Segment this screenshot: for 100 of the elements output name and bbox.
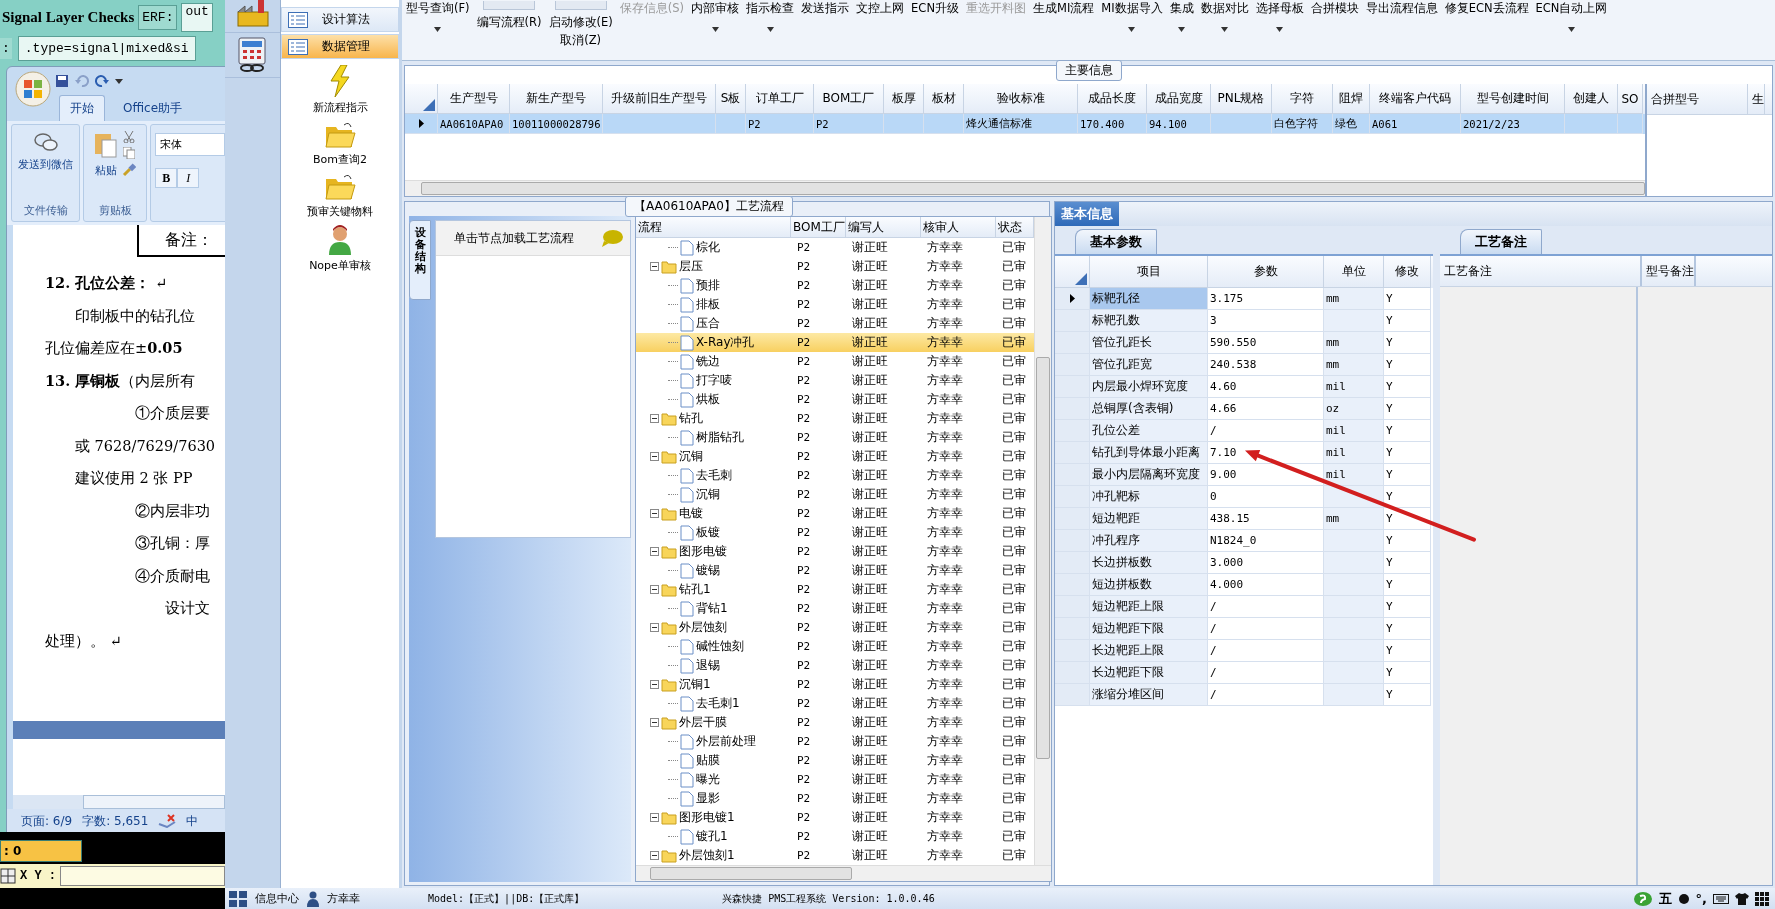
shortcut-button[interactable]: Nope单审核 bbox=[309, 225, 371, 273]
toolbar-button[interactable]: 数据对比 bbox=[1200, 0, 1249, 60]
tree-expander-icon[interactable] bbox=[650, 547, 659, 556]
table-row[interactable]: 钻孔到导体最小距离 7.10 mil Y bbox=[1055, 442, 1433, 464]
tree-expander-icon[interactable] bbox=[650, 414, 659, 423]
input-method-icon[interactable] bbox=[1632, 890, 1653, 907]
table-row[interactable]: 短边靶距下限 / Y bbox=[1055, 618, 1433, 640]
column-header[interactable]: 流程 bbox=[636, 217, 791, 237]
shortcut-button[interactable]: 预审关键物料 bbox=[307, 173, 373, 219]
factory-icon[interactable] bbox=[235, 0, 270, 28]
nav-item[interactable]: 数据管理 bbox=[281, 34, 399, 59]
tree-expander-icon[interactable] bbox=[650, 452, 659, 461]
office-logo-icon[interactable] bbox=[15, 71, 51, 107]
table-row[interactable]: 内层最小焊环宽度 4.60 mil Y bbox=[1055, 376, 1433, 398]
table-row[interactable]: 短边靶距 438.15 mm Y bbox=[1055, 508, 1433, 530]
toolbar-button[interactable]: 指示检查 bbox=[746, 0, 795, 60]
scissors-icon[interactable] bbox=[123, 131, 136, 143]
tree-expander-icon[interactable] bbox=[650, 509, 659, 518]
column-header[interactable]: 编写人 bbox=[846, 217, 921, 237]
paste-button[interactable]: 粘贴 bbox=[94, 131, 119, 178]
tree-expander-icon[interactable] bbox=[650, 718, 659, 727]
info-center-button[interactable]: 信息中心 bbox=[255, 891, 299, 906]
toolbar-button[interactable]: 编写流程(R) bbox=[476, 0, 542, 60]
table-row[interactable]: 孔位公差 / mil Y bbox=[1055, 420, 1433, 442]
tree-expander-icon[interactable] bbox=[650, 262, 659, 271]
table-row[interactable]: 长边拼板数 3.000 Y bbox=[1055, 552, 1433, 574]
erf-button[interactable]: ERF: bbox=[138, 4, 178, 30]
table-row[interactable]: 长边靶距上限 / Y bbox=[1055, 640, 1433, 662]
panel-tab[interactable]: 工艺备注 bbox=[1460, 229, 1542, 254]
side-tab[interactable]: 设备结构 bbox=[409, 220, 431, 300]
toolbar-button[interactable]: ECN升级 bbox=[911, 0, 959, 60]
toolbar-button[interactable]: 文控上网 bbox=[856, 0, 905, 60]
brush-icon[interactable] bbox=[122, 163, 137, 177]
tree-expander-icon[interactable] bbox=[650, 585, 659, 594]
toolbar-button[interactable]: ECN自动上网 bbox=[1535, 0, 1608, 60]
toolbar-button[interactable]: 合拼模块 bbox=[1310, 0, 1359, 60]
caret-icon[interactable] bbox=[115, 77, 123, 85]
nav-item[interactable]: 设计算法 bbox=[281, 7, 399, 32]
table-row[interactable]: 短边靶距上限 / Y bbox=[1055, 596, 1433, 618]
file-icon bbox=[680, 429, 694, 446]
table-row[interactable]: 总铜厚(含表铜) 4.66 oz Y bbox=[1055, 398, 1433, 420]
table-row[interactable]: AA0610APA0 10011000028796 P2 P2 烽火通信标准 170.400 94.100 白色字符 绿色 A061 2021/2/23 bbox=[405, 114, 1645, 134]
scrollbar-thumb[interactable] bbox=[650, 867, 852, 880]
xy-field[interactable] bbox=[60, 866, 225, 886]
redo-icon[interactable] bbox=[95, 74, 109, 88]
toolbar-button[interactable]: 导出流程信息 bbox=[1365, 0, 1438, 60]
shirt-icon[interactable] bbox=[1735, 891, 1749, 906]
scrollbar-thumb[interactable] bbox=[83, 795, 225, 809]
table-row[interactable]: 管位孔距长 590.550 mm Y bbox=[1055, 332, 1433, 354]
italic-button[interactable]: I bbox=[177, 168, 200, 188]
tree-node-label: 图形电镀 bbox=[679, 543, 727, 560]
table-row[interactable]: 标靶孔数 3 Y bbox=[1055, 310, 1433, 332]
table-row[interactable]: 冲孔程序 N1824_0 Y bbox=[1055, 530, 1433, 552]
column-header[interactable]: 核审人 bbox=[921, 217, 996, 237]
table-row[interactable]: 冲孔靶标 0 Y bbox=[1055, 486, 1433, 508]
toolbar-button[interactable]: 选择母板 bbox=[1255, 0, 1304, 60]
toolbar-button[interactable]: 启动修改(E) 取消(Z) bbox=[548, 0, 613, 60]
tree-row[interactable]: X-Ray冲孔 P2 谢正旺 方幸幸 已审 bbox=[636, 333, 1034, 352]
panel-tab[interactable]: 基本信息 bbox=[1055, 202, 1119, 226]
table-cell: Y bbox=[1384, 442, 1431, 464]
table-row[interactable]: 最小内层隔离环宽度 9.00 mil Y bbox=[1055, 464, 1433, 486]
scrollbar-thumb[interactable] bbox=[421, 182, 1645, 195]
toolbar-button[interactable]: 发送指示 bbox=[801, 0, 850, 60]
ribbon-tab[interactable]: 开始 bbox=[59, 95, 105, 121]
bold-button[interactable]: B bbox=[155, 168, 178, 188]
input-mode[interactable]: 五 bbox=[1658, 889, 1672, 908]
tree-expander-icon[interactable] bbox=[650, 851, 659, 860]
toolbar-button[interactable]: 修复ECN丢流程 bbox=[1444, 0, 1529, 60]
grid-icon[interactable] bbox=[1755, 891, 1769, 906]
column-header[interactable]: 合拼型号 bbox=[1647, 84, 1748, 114]
language-label[interactable]: 中 bbox=[186, 812, 199, 830]
scrollbar-thumb[interactable] bbox=[1036, 357, 1050, 759]
filter-field[interactable]: .type=signal|mixed&si bbox=[17, 35, 196, 61]
toolbar-button[interactable]: 生成MI流程 bbox=[1033, 0, 1095, 60]
tree-expander-icon[interactable] bbox=[650, 680, 659, 689]
toolbar-button[interactable]: 型号查询(F) bbox=[406, 0, 470, 60]
wechat-button[interactable]: 发送到微信 bbox=[18, 131, 74, 172]
grid-icon[interactable] bbox=[229, 890, 247, 907]
column-header[interactable]: BOM工厂 bbox=[791, 217, 846, 237]
save-icon[interactable] bbox=[55, 74, 69, 88]
shortcut-button[interactable]: Bom查询2 bbox=[313, 121, 367, 167]
shortcut-button[interactable]: 新流程指示 bbox=[312, 65, 368, 115]
table-row[interactable]: 标靶孔径 3.175 mm Y bbox=[1055, 288, 1433, 310]
table-row[interactable]: 长边靶距下限 / Y bbox=[1055, 662, 1433, 684]
table-row[interactable]: 涨缩分堆区间 / Y bbox=[1055, 684, 1433, 706]
proofing-icon[interactable] bbox=[158, 814, 177, 828]
toolbar-button[interactable]: 内部审核 bbox=[691, 0, 740, 60]
keyboard-icon[interactable] bbox=[1713, 892, 1729, 905]
column-header[interactable]: 生 bbox=[1748, 84, 1765, 114]
output-field[interactable]: out bbox=[181, 2, 213, 32]
punctuation-mode[interactable]: °, bbox=[1695, 891, 1707, 906]
panel-tab[interactable]: 基本参数 bbox=[1075, 229, 1157, 254]
toolbar-button[interactable]: 集成 bbox=[1169, 0, 1194, 60]
ribbon-tab[interactable]: Office助手 bbox=[113, 96, 193, 121]
table-row[interactable]: 管位孔距宽 240.538 mm Y bbox=[1055, 354, 1433, 376]
font-field[interactable]: 宋体 bbox=[155, 133, 225, 156]
table-row[interactable]: 短边拼板数 4.000 Y bbox=[1055, 574, 1433, 596]
toolbar-button[interactable]: MI数据导入 bbox=[1101, 0, 1163, 60]
tree-expander-icon[interactable] bbox=[650, 813, 659, 822]
tree-expander-icon[interactable] bbox=[650, 623, 659, 632]
